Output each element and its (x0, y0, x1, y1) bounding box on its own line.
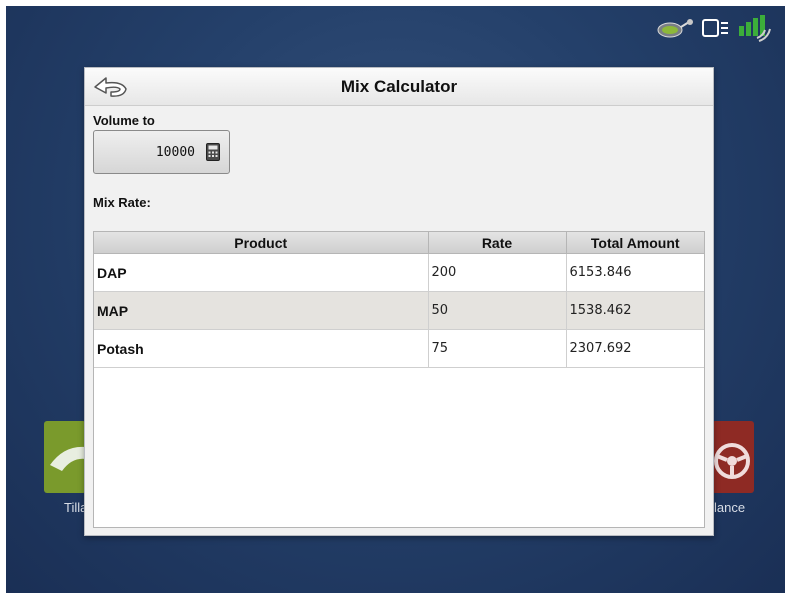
guidance-app-label: lance (714, 500, 746, 515)
calculator-icon (206, 143, 220, 161)
table-row[interactable]: MAP 50 1538.462 (94, 291, 704, 330)
column-header-product[interactable]: Product (94, 232, 429, 254)
column-header-rate[interactable]: Rate (428, 232, 567, 254)
table-row[interactable]: Potash 75 2307.692 (94, 329, 704, 368)
mix-calculator-dialog: Mix Calculator Volume to 10000 Mix Rate: (84, 67, 714, 536)
total-amount-cell: 6153.846 (566, 253, 704, 292)
product-cell: Potash (94, 329, 429, 368)
display-link-icon[interactable] (701, 17, 731, 39)
mix-table: Product Rate Total Amount DAP 200 6153.8… (93, 231, 705, 528)
total-amount-cell: 2307.692 (566, 329, 704, 368)
product-cell: DAP (94, 253, 429, 292)
volume-input[interactable]: 10000 (93, 130, 230, 174)
status-bar (657, 14, 771, 42)
seed-sensor-icon[interactable] (657, 17, 695, 39)
table-row[interactable]: DAP 200 6153.846 (94, 253, 704, 292)
steering-wheel-icon (714, 443, 750, 479)
column-header-total-amount[interactable]: Total Amount (566, 232, 704, 254)
guidance-app-tile[interactable] (712, 421, 754, 493)
tillage-icon (50, 446, 86, 471)
mix-rate-label: Mix Rate: (93, 195, 151, 210)
product-cell: MAP (94, 291, 429, 330)
dialog-header: Mix Calculator (85, 68, 713, 106)
rate-cell[interactable]: 75 (428, 329, 567, 368)
table-header-row: Product Rate Total Amount (94, 232, 704, 254)
gps-signal-icon[interactable] (737, 14, 771, 42)
dialog-title: Mix Calculator (340, 77, 458, 96)
rate-cell[interactable]: 50 (428, 291, 567, 330)
total-amount-cell: 1538.462 (566, 291, 704, 330)
rate-cell[interactable]: 200 (428, 253, 567, 292)
tillage-app-tile[interactable] (44, 421, 86, 493)
volume-value: 10000 (155, 145, 195, 160)
volume-label: Volume to (93, 113, 155, 128)
